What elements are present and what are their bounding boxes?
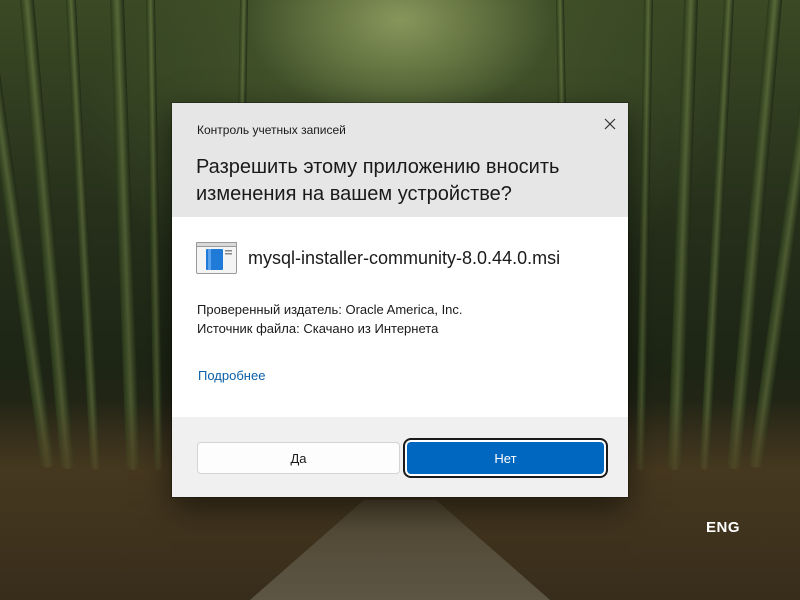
app-info: Проверенный издатель: Oracle America, In… xyxy=(197,300,463,338)
dialog-footer: Да Нет xyxy=(172,417,628,497)
no-button[interactable]: Нет xyxy=(407,442,604,474)
app-name: mysql-installer-community-8.0.44.0.msi xyxy=(248,247,561,268)
file-source-text: Источник файла: Скачано из Интернета xyxy=(197,321,439,336)
dialog-caption: Контроль учетных записей xyxy=(197,123,346,137)
yes-button[interactable]: Да xyxy=(197,442,400,474)
dialog-question: Разрешить этому приложению вносить измен… xyxy=(196,156,560,205)
dialog-header: Контроль учетных записей Разрешить этому… xyxy=(172,103,628,217)
more-details-link[interactable]: Подробнее xyxy=(198,368,265,383)
language-indicator[interactable]: ENG xyxy=(706,519,740,536)
app-row: mysql-installer-community-8.0.44.0.msi xyxy=(196,242,560,274)
close-button[interactable] xyxy=(596,110,624,138)
msi-installer-icon xyxy=(196,242,237,274)
close-icon xyxy=(604,118,616,130)
uac-dialog: Контроль учетных записей Разрешить этому… xyxy=(172,103,628,497)
publisher-text: Проверенный издатель: Oracle America, In… xyxy=(197,302,463,317)
